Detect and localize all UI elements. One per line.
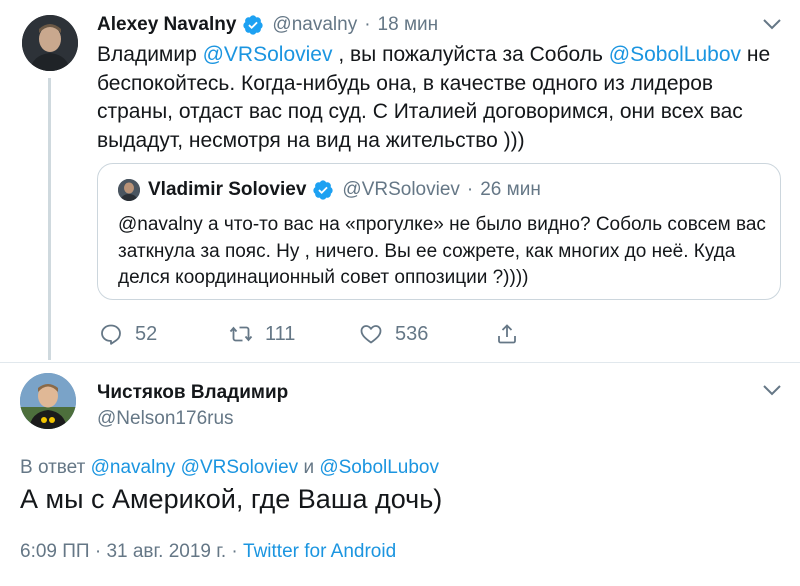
verified-badge-icon: [243, 15, 264, 35]
like-count: 536: [395, 322, 429, 345]
quoted-tweet-header: Vladimir Soloviev @VRSoloviev · 26 мин: [148, 176, 541, 204]
reply-icon: [101, 324, 121, 345]
reply-to-prefix: В ответ: [20, 457, 91, 478]
quoted-tweet-time: 26 мин: [480, 179, 541, 200]
tweet-meta: 6:09 ПП · 31 авг. 2019 г. · Twitter for …: [20, 541, 396, 563]
mention-link[interactable]: @SobolLubov: [609, 43, 741, 66]
quoted-author-handle: @VRSoloviev: [342, 179, 460, 200]
tweet-client[interactable]: Twitter for Android: [243, 541, 396, 562]
reply-text: А мы с Америкой, где Ваша дочь): [20, 484, 443, 514]
author-name[interactable]: Alexey Navalny: [97, 14, 236, 36]
text-segment: , вы пожалуйста за Соболь: [332, 43, 609, 66]
author-handle[interactable]: @navalny: [272, 14, 357, 36]
reply-button[interactable]: 52: [99, 318, 157, 350]
like-icon: [360, 325, 382, 344]
mention-link[interactable]: @VRSoloviev: [203, 43, 333, 66]
quoted-tweet[interactable]: Vladimir Soloviev @VRSoloviev · 26 мин @…: [97, 163, 781, 300]
text-segment: Владимир: [97, 43, 203, 66]
tweet-header: Alexey Navalny @navalny · 18 мин: [97, 12, 438, 38]
quoted-author-name: Vladimir Soloviev: [148, 179, 307, 200]
chevron-down-icon[interactable]: [762, 17, 782, 31]
reply-author-handle[interactable]: @Nelson176rus: [97, 408, 234, 430]
tweet-text: Владимир @VRSoloviev , вы пожалуйста за …: [97, 41, 787, 155]
tweet-time[interactable]: 18 мин: [378, 14, 439, 36]
retweet-button[interactable]: 111: [229, 318, 295, 350]
reply-count: 52: [135, 322, 158, 345]
quoted-tweet-text: @navalny а что-то вас на «прогулке» не б…: [118, 214, 766, 288]
retweet-icon: [229, 326, 253, 342]
separator-dot: ·: [466, 179, 474, 200]
verified-badge-icon: [313, 180, 334, 200]
separator-dot: ·: [364, 14, 371, 35]
reply-author-avatar[interactable]: [20, 373, 76, 429]
like-button[interactable]: 536: [359, 318, 428, 350]
tweet-divider: [0, 362, 800, 363]
reply-to-mention-last[interactable]: @SobolLubov: [319, 457, 439, 478]
main-tweet[interactable]: Alexey Navalny @navalny · 18 мин Владими…: [0, 0, 800, 362]
tweet-actions: 52 111 536: [97, 318, 697, 350]
replying-to: В ответ @navalny @VRSoloviev и @SobolLub…: [20, 457, 439, 479]
thread-line: [48, 78, 51, 360]
reply-to-and: и: [298, 457, 320, 478]
share-icon: [498, 324, 516, 344]
author-avatar[interactable]: [22, 15, 78, 71]
retweet-count: 111: [265, 322, 296, 345]
chevron-down-icon[interactable]: [762, 383, 782, 397]
reply-author-name[interactable]: Чистяков Владимир: [97, 382, 288, 404]
tweet-timestamp[interactable]: 6:09 ПП · 31 авг. 2019 г. ·: [20, 541, 243, 562]
reply-to-mentions[interactable]: @navalny @VRSoloviev: [91, 457, 299, 478]
share-button[interactable]: [495, 318, 519, 350]
quoted-author-avatar: [118, 179, 140, 201]
